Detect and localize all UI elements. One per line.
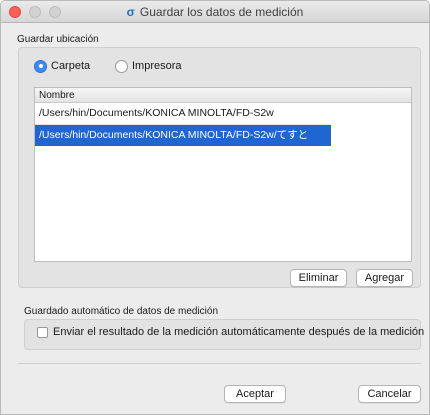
- add-button[interactable]: Agregar: [356, 269, 413, 287]
- radio-printer-label: Impresora: [132, 60, 182, 72]
- window-title-text: Guardar los datos de medición: [139, 5, 304, 19]
- auto-save-checkbox[interactable]: [37, 327, 48, 338]
- app-icon: σ: [126, 5, 135, 19]
- radio-folder-indicator: [34, 59, 47, 73]
- title-bar[interactable]: σ Guardar los datos de medición: [1, 1, 429, 23]
- window-title: σ Guardar los datos de medición: [1, 5, 429, 19]
- radio-folder[interactable]: Carpeta: [34, 58, 90, 74]
- cancel-button[interactable]: Cancelar: [358, 385, 421, 403]
- accept-button[interactable]: Aceptar: [224, 385, 286, 403]
- radio-printer[interactable]: Impresora: [115, 58, 182, 74]
- radio-folder-label: Carpeta: [51, 60, 91, 72]
- folder-list[interactable]: Nombre /Users/hin/Documents/KONICA MINOL…: [34, 87, 412, 262]
- list-item[interactable]: /Users/hin/Documents/KONICA MINOLTA/FD-S…: [35, 103, 411, 124]
- auto-save-label: Guardado automático de datos de medición: [24, 306, 219, 317]
- radio-printer-indicator: [115, 59, 128, 73]
- save-location-label: Guardar ubicación: [17, 34, 99, 45]
- remove-button[interactable]: Eliminar: [290, 269, 347, 287]
- footer-divider: [18, 363, 421, 364]
- auto-save-checkbox-label[interactable]: Enviar el resultado de la medición autom…: [53, 326, 424, 338]
- column-header-name[interactable]: Nombre: [35, 88, 411, 103]
- list-item-selected[interactable]: /Users/hin/Documents/KONICA MINOLTA/FD-S…: [35, 125, 331, 146]
- dialog-window: σ Guardar los datos de medición Guardar u…: [0, 0, 430, 415]
